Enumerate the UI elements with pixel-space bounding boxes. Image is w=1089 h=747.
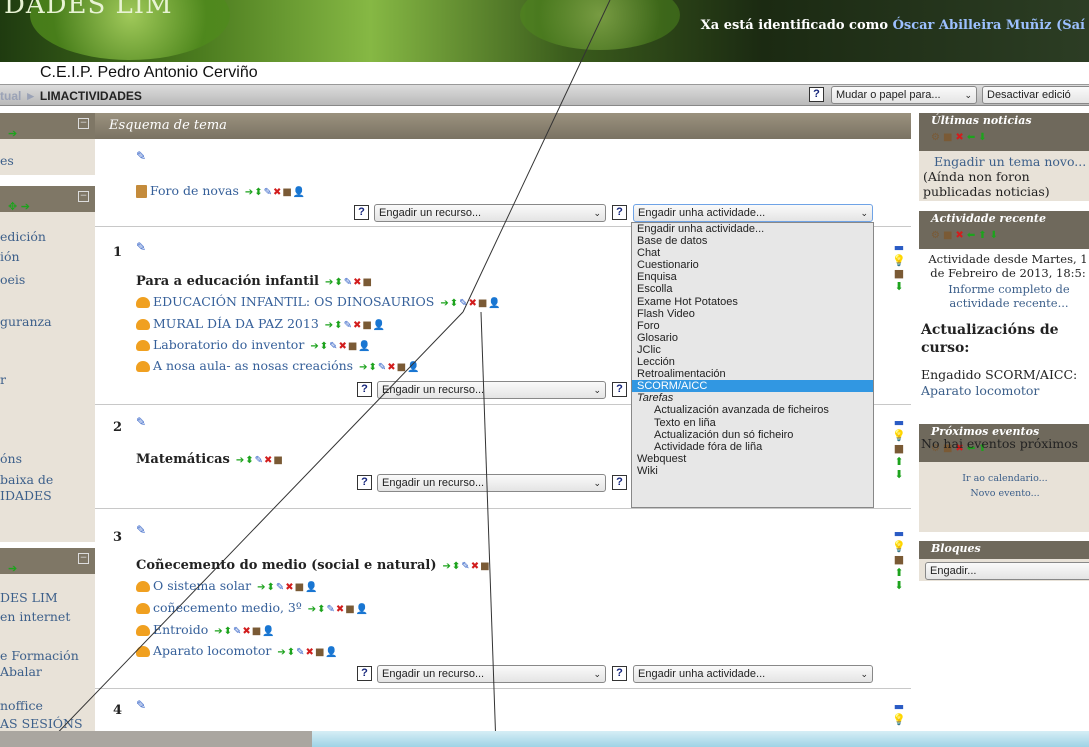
annotation-lines [43, 0, 611, 747]
status-bar [0, 731, 1089, 747]
